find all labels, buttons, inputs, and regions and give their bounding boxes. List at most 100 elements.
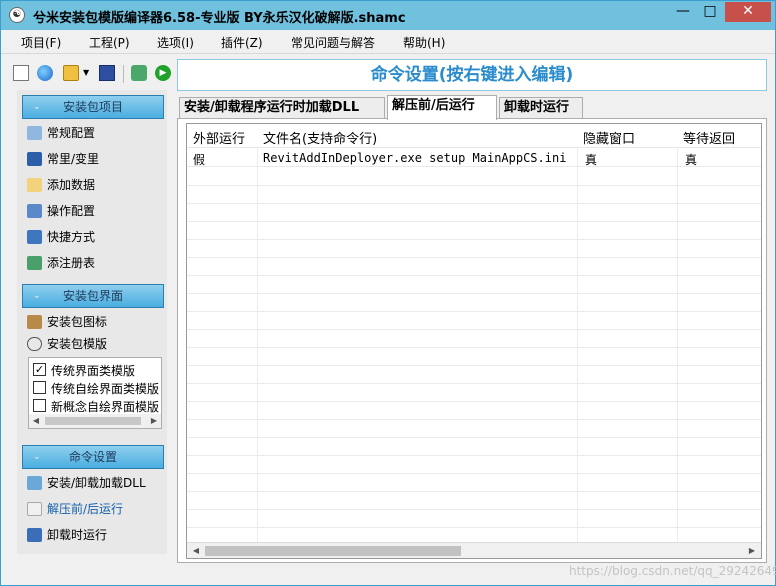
app-icon[interactable]: ☯ [9,7,25,23]
registry-icon [27,256,42,270]
menu-project[interactable]: 项目(F) [21,34,61,51]
save-icon[interactable] [99,65,115,81]
title-bar[interactable]: ☯ 兮米安装包模版编译器6.58-专业版 BY永乐汉化破解版.shamc — □… [1,1,775,30]
content-panel: 外部运行 文件名(支持命令行) 隐藏窗口 等待返回 假 RevitAddInDe… [177,118,767,563]
dropdown-arrow-icon[interactable]: ▼ [83,65,91,81]
menu-faq[interactable]: 常见问题与解答 [291,34,375,51]
table-row[interactable] [187,258,761,276]
table-row[interactable] [187,222,761,240]
gear-users-icon [27,126,42,140]
table-header: 外部运行 文件名(支持命令行) 隐藏窗口 等待返回 [187,124,761,148]
sidebar-item-general-config[interactable]: 常规配置 [23,122,163,144]
sidebar-item-label: 安装包图标 [47,315,108,329]
watermark: https://blog.csdn.net/qq_29242649 [569,564,776,578]
table-row[interactable] [187,294,761,312]
scroll-left-icon[interactable]: ◀ [189,544,203,558]
table-row[interactable] [187,348,761,366]
tab-uninstall-run[interactable]: 卸载时运行 [499,97,583,119]
open-folder-icon[interactable] [63,65,79,81]
command-table[interactable]: 外部运行 文件名(支持命令行) 隐藏窗口 等待返回 假 RevitAddInDe… [186,123,762,559]
chevron-down-icon: ⌄ [33,452,41,462]
chevron-down-icon: ⌄ [33,102,41,112]
sidebar-item-uninstall-run[interactable]: 卸载时运行 [23,524,163,546]
template-option[interactable]: 传统自绘界面类模版 [33,378,161,396]
section-header-commands[interactable]: ⌄ 命令设置 [22,445,164,469]
checkbox[interactable]: ✓ [33,363,46,376]
column-header[interactable]: 文件名(支持命令行) [263,128,377,147]
table-row[interactable] [187,510,761,528]
table-row[interactable] [187,456,761,474]
column-header[interactable]: 等待返回 [683,128,735,147]
column-header[interactable]: 外部运行 [193,128,245,147]
table-row[interactable] [187,240,761,258]
menu-engineering[interactable]: 工程(P) [89,34,130,51]
sidebar-item-package-icon[interactable]: 安装包图标 [23,311,163,333]
tab-bar: 安装/卸载程序运行时加载DLL 解压前/后运行 卸载时运行 [177,95,767,120]
template-option-label: 传统界面类模版 [51,364,136,378]
table-row[interactable] [187,312,761,330]
table-row[interactable] [187,366,761,384]
page-title: 命令设置(按右键进入编辑) [370,65,574,85]
section-header-interface[interactable]: ⌄ 安装包界面 [22,284,164,308]
table-row[interactable] [187,168,761,186]
table-row[interactable] [187,384,761,402]
grid-icon [27,152,42,166]
sidebar-item-load-dll[interactable]: 安装/卸载加载DLL [23,472,163,494]
table-row[interactable] [187,492,761,510]
sidebar-item-label: 添注册表 [47,256,96,270]
web-icon[interactable] [37,65,53,81]
maximize-button[interactable]: □ [697,2,723,22]
template-option[interactable]: ✓ 传统界面类模版 [33,360,161,378]
scroll-thumb[interactable] [205,546,461,556]
sidebar-item-label: 安装包模版 [47,337,108,351]
table-row[interactable]: 假 RevitAddInDeployer.exe setup MainAppCS… [187,149,761,167]
close-button[interactable]: ✕ [725,2,771,22]
table-row[interactable] [187,474,761,492]
tools-icon [27,204,42,218]
window-title: 兮米安装包模版编译器6.58-专业版 BY永乐汉化破解版.shamc [33,11,406,26]
sidebar-item-pre-post-run[interactable]: 解压前/后运行 [23,498,163,520]
minimize-button[interactable]: — [669,2,697,22]
table-row[interactable] [187,330,761,348]
document-icon [27,178,42,192]
scroll-right-icon[interactable]: ▶ [745,544,759,558]
scroll-thumb[interactable] [45,417,141,425]
menu-help[interactable]: 帮助(H) [403,34,445,51]
section-header-project[interactable]: ⌄ 安装包项目 [22,95,164,119]
tab-load-dll[interactable]: 安装/卸载程序运行时加载DLL [179,97,385,119]
menu-plugins[interactable]: 插件(Z) [221,34,263,51]
section-title: 命令设置 [68,450,117,464]
scroll-left-icon[interactable]: ◀ [29,414,43,428]
uninstall-icon [27,528,42,542]
table-row[interactable] [187,438,761,456]
checkbox[interactable] [33,399,46,412]
menu-bar: 项目(F) 工程(P) 选项(I) 插件(Z) 常见问题与解答 帮助(H) [1,30,775,54]
horizontal-scrollbar[interactable]: ◀ ▶ [187,542,761,558]
sidebar-item-operation-config[interactable]: 操作配置 [23,200,163,222]
sidebar-item-registry[interactable]: 添注册表 [23,252,163,274]
sidebar-item-variables[interactable]: 常里/变里 [23,148,163,170]
template-list: ✓ 传统界面类模版 传统自绘界面类模版 新概念自绘界面模版 ◀ ▶ [28,357,162,429]
horizontal-scrollbar[interactable]: ◀ ▶ [29,414,161,428]
table-row[interactable] [187,276,761,294]
new-file-icon[interactable] [13,65,29,81]
header-panel: 命令设置(按右键进入编辑) [177,59,767,91]
column-header[interactable]: 隐藏窗口 [583,128,635,147]
sidebar-item-shortcuts[interactable]: 快捷方式 [23,226,163,248]
scroll-right-icon[interactable]: ▶ [147,414,161,428]
template-option[interactable]: 新概念自绘界面模版 [33,396,161,414]
menu-options[interactable]: 选项(I) [157,34,194,51]
table-cell: 真 [685,153,698,167]
run-icon[interactable]: ▶ [155,65,171,81]
table-row[interactable] [187,186,761,204]
table-row[interactable] [187,402,761,420]
table-row[interactable] [187,204,761,222]
tab-pre-post-run[interactable]: 解压前/后运行 [387,95,497,120]
table-row[interactable] [187,420,761,438]
sidebar-item-package-template[interactable]: 安装包模版 [23,333,163,355]
build-icon[interactable] [131,65,147,81]
checkbox[interactable] [33,381,46,394]
template-option-label: 新概念自绘界面模版 [51,400,160,414]
sidebar-item-label: 常里/变里 [47,152,100,166]
sidebar-item-add-data[interactable]: 添加数据 [23,174,163,196]
